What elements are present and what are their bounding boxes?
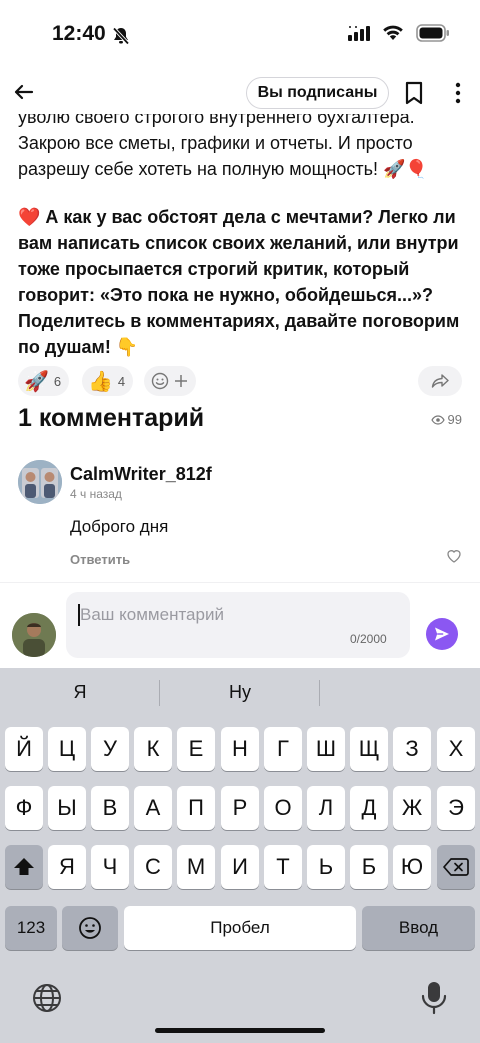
- smiley-icon: [151, 372, 168, 390]
- share-icon: [431, 374, 449, 388]
- comment-input-placeholder: Ваш комментарий: [80, 605, 224, 624]
- key-letter[interactable]: В: [91, 786, 129, 830]
- key-letter[interactable]: П: [177, 786, 215, 830]
- key-letter[interactable]: Ч: [91, 845, 129, 889]
- status-bar: 12:40: [0, 0, 480, 70]
- status-time: 12:40: [52, 22, 106, 45]
- reactions-bar: 🚀 6 👍 4: [18, 366, 462, 396]
- shift-icon: [14, 858, 34, 875]
- key-letter[interactable]: Б: [350, 845, 388, 889]
- plus-icon: [174, 375, 187, 387]
- reply-button[interactable]: Ответить: [70, 552, 130, 567]
- avatar: [18, 460, 62, 504]
- thumbs-up-icon: 👍: [88, 370, 113, 393]
- numbers-key[interactable]: 123: [5, 906, 57, 950]
- top-nav: Вы подписаны: [0, 70, 480, 114]
- heart-icon[interactable]: [446, 548, 462, 564]
- key-letter[interactable]: У: [91, 727, 129, 771]
- eye-icon: [430, 414, 445, 425]
- suggestion-item[interactable]: Ну: [160, 682, 320, 703]
- key-letter[interactable]: Х: [437, 727, 475, 771]
- key-letter[interactable]: Д: [350, 786, 388, 830]
- comment-author-name[interactable]: CalmWriter_812f: [70, 464, 212, 485]
- bookmark-icon[interactable]: [402, 80, 426, 106]
- microphone-icon[interactable]: [420, 980, 448, 1016]
- key-letter[interactable]: Н: [221, 727, 259, 771]
- suggestion-divider: [319, 680, 320, 706]
- key-letter[interactable]: Р: [221, 786, 259, 830]
- current-user-avatar: [12, 613, 56, 657]
- key-letter[interactable]: И: [221, 845, 259, 889]
- comments-title: 1 комментарий: [18, 404, 205, 432]
- key-letter[interactable]: Ь: [307, 845, 345, 889]
- suggestion-item[interactable]: Я: [0, 682, 160, 703]
- key-letter[interactable]: Е: [177, 727, 215, 771]
- comment-timestamp: 4 ч назад: [70, 487, 122, 501]
- keyboard: Я Ну Й Ц У К Е Н Г Ш Щ З Х Ф Ы В А П Р О…: [0, 668, 480, 1043]
- key-letter[interactable]: Т: [264, 845, 302, 889]
- reaction-count: 6: [53, 373, 62, 389]
- suggestion-bar: Я Ну: [0, 668, 480, 720]
- subscribed-button[interactable]: Вы подписаны: [246, 77, 389, 109]
- character-counter: 0/2000: [350, 632, 387, 646]
- share-button[interactable]: [418, 366, 462, 396]
- comment-input[interactable]: [66, 592, 410, 658]
- avatar: [12, 613, 56, 657]
- key-letter[interactable]: С: [134, 845, 172, 889]
- key-letter[interactable]: Ю: [393, 845, 431, 889]
- backspace-icon: [443, 858, 469, 876]
- send-icon: [435, 627, 449, 641]
- space-key[interactable]: Пробел: [124, 906, 356, 950]
- key-letter[interactable]: Л: [307, 786, 345, 830]
- key-letter[interactable]: Ф: [5, 786, 43, 830]
- status-icons: [348, 24, 450, 42]
- rocket-icon: 🚀: [24, 370, 49, 393]
- add-reaction-button[interactable]: [144, 366, 196, 396]
- shift-key[interactable]: [5, 845, 43, 889]
- views-count: 99: [447, 412, 462, 427]
- comment-author-avatar[interactable]: [18, 460, 62, 504]
- reaction-count: 4: [117, 373, 126, 389]
- wifi-icon: [383, 25, 403, 40]
- more-vertical-icon[interactable]: [448, 80, 468, 106]
- reaction-thumbs-up[interactable]: 👍 4: [82, 366, 134, 396]
- article-body: уволю своего строгого внутреннего бухгал…: [18, 104, 468, 360]
- key-letter[interactable]: К: [134, 727, 172, 771]
- key-letter[interactable]: Й: [5, 727, 43, 771]
- emoji-icon: [79, 917, 101, 939]
- key-letter[interactable]: М: [177, 845, 215, 889]
- key-letter[interactable]: Щ: [350, 727, 388, 771]
- key-letter[interactable]: Ш: [307, 727, 345, 771]
- backspace-key[interactable]: [437, 845, 475, 889]
- cellular-signal-icon: [348, 26, 370, 41]
- article-paragraph-question: ❤️ А как у вас обстоят дела с мечтами? Л…: [18, 207, 460, 357]
- emoji-key[interactable]: [62, 906, 118, 950]
- key-letter[interactable]: Ы: [48, 786, 86, 830]
- battery-icon: [416, 24, 449, 42]
- comment-composer: Ваш комментарий 0/2000: [0, 582, 480, 668]
- silent-bell-icon: [112, 27, 130, 45]
- comment-text: Доброго дня: [70, 517, 169, 536]
- key-letter[interactable]: А: [134, 786, 172, 830]
- key-letter[interactable]: Г: [264, 727, 302, 771]
- article-paragraph: уволю своего строгого внутреннего бухгал…: [18, 107, 428, 179]
- send-button[interactable]: [426, 618, 458, 650]
- home-indicator[interactable]: [155, 1028, 325, 1033]
- key-letter[interactable]: Ж: [393, 786, 431, 830]
- reaction-rocket[interactable]: 🚀 6: [18, 366, 70, 396]
- key-letter[interactable]: З: [393, 727, 431, 771]
- views-counter: 99: [430, 412, 462, 427]
- globe-icon[interactable]: [31, 982, 63, 1014]
- key-letter[interactable]: Ц: [48, 727, 86, 771]
- key-letter[interactable]: О: [264, 786, 302, 830]
- key-letter[interactable]: Э: [437, 786, 475, 830]
- key-letter[interactable]: Я: [48, 845, 86, 889]
- back-arrow-icon[interactable]: [10, 78, 38, 106]
- return-key[interactable]: Ввод: [362, 906, 475, 950]
